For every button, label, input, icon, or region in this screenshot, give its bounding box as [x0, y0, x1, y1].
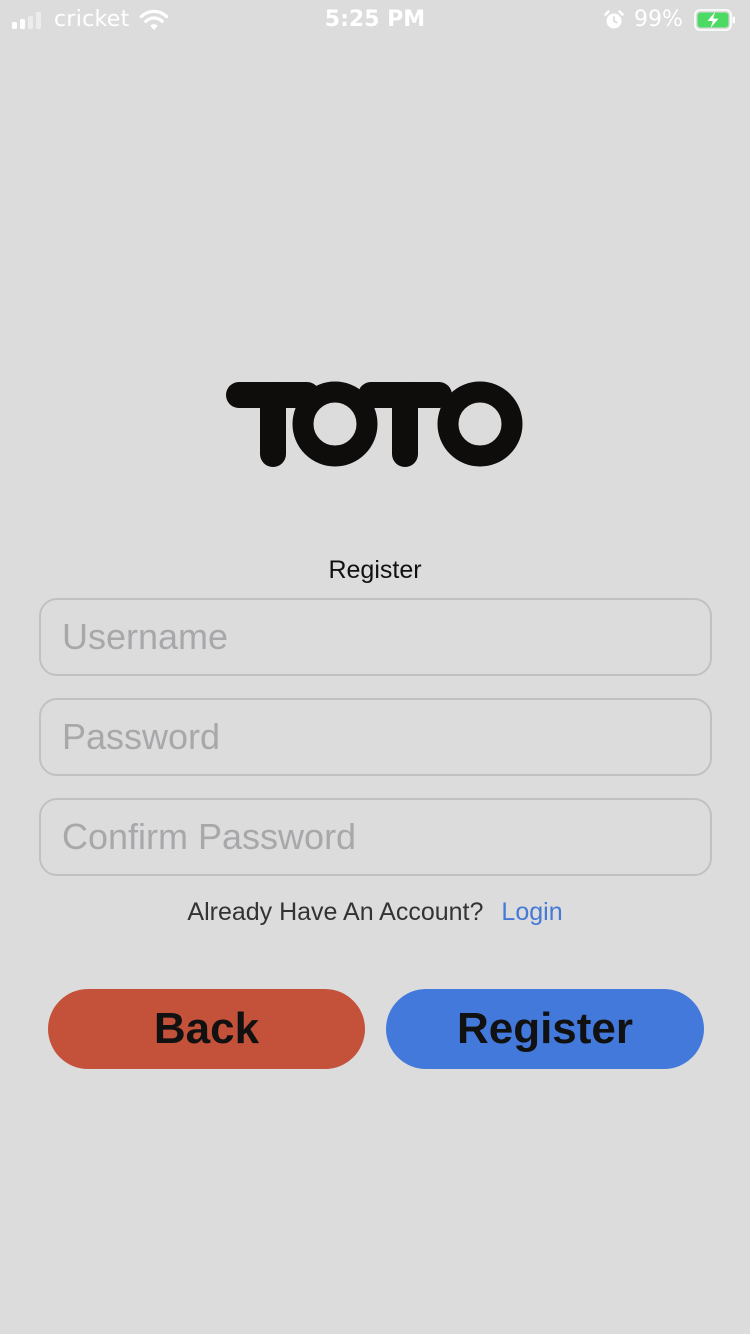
battery-percent: 99% — [634, 7, 683, 32]
toto-logo — [226, 381, 523, 467]
form-title: Register — [328, 556, 422, 584]
battery-charging-icon — [694, 9, 735, 31]
alarm-icon — [604, 10, 624, 29]
back-button[interactable]: Back — [48, 989, 365, 1069]
confirm-password-input[interactable] — [39, 798, 712, 876]
status-bar: cricket 5:25 PM 99% — [0, 0, 750, 40]
password-input[interactable] — [39, 698, 712, 776]
account-prompt-text: Already Have An Account? — [187, 898, 484, 926]
account-prompt-row: Already Have An Account? Login — [0, 898, 750, 927]
login-link[interactable]: Login — [501, 898, 562, 926]
register-button[interactable]: Register — [386, 989, 704, 1069]
username-input[interactable] — [39, 598, 712, 676]
